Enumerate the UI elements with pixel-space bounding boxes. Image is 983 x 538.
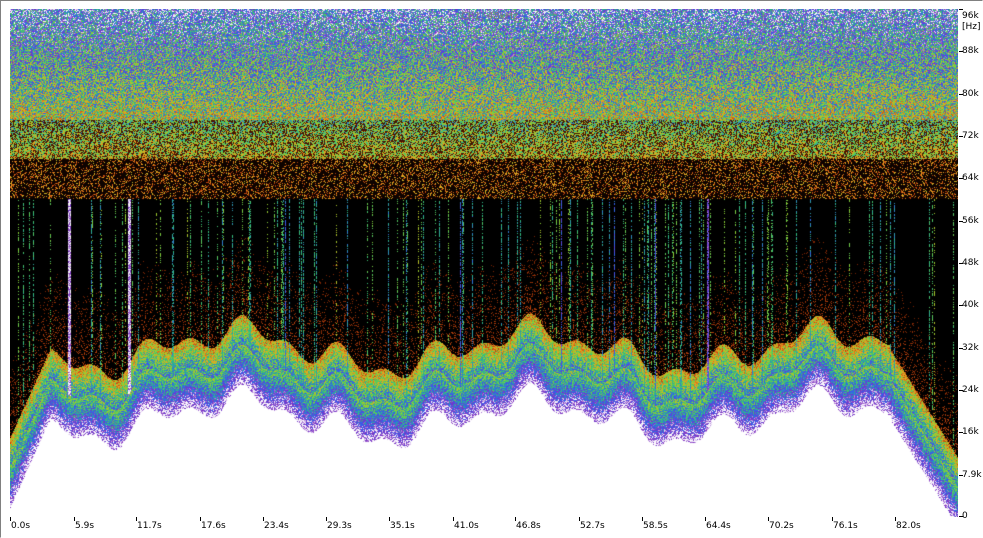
time-tick-label: 58.5s <box>643 521 668 531</box>
frequency-tick-label: 72k <box>962 131 979 141</box>
frequency-tick-label: 40k <box>962 300 979 310</box>
frequency-tick-label: 96k <box>962 11 979 21</box>
time-tick-label: 41.0s <box>454 521 479 531</box>
spectrogram-canvas[interactable] <box>10 9 958 517</box>
channel-label: Ch1, 48kHz <box>461 11 519 22</box>
time-tick-label: 29.3s <box>327 521 352 531</box>
frequency-axis: 96k 88k 80k 72k 64k 56k 48k 40k 32k 24k 16k 7.9k 0 [H… <box>959 9 983 521</box>
time-tick-label: 5.9s <box>75 521 95 531</box>
frequency-tick-label: 88k <box>962 46 979 56</box>
spectrogram-plot[interactable] <box>10 9 958 517</box>
frequency-tick-label: 56k <box>962 216 979 226</box>
time-tick-label: 52.7s <box>580 521 605 531</box>
time-tick-label: 23.4s <box>264 521 289 531</box>
time-tick-label: 11.7s <box>137 521 162 531</box>
time-tick-label: 82.0s <box>896 521 921 531</box>
frequency-tick-label: 80k <box>962 89 979 99</box>
frequency-unit-label: [Hz] <box>962 22 981 32</box>
frequency-tick-label: 24k <box>962 385 979 395</box>
frequency-tick-label: 7.9k <box>962 470 982 480</box>
time-tick-label: 64.4s <box>706 521 731 531</box>
time-tick-label: 17.6s <box>201 521 226 531</box>
time-tick-label: 46.8s <box>516 521 541 531</box>
frequency-tick-label: 48k <box>962 258 979 268</box>
time-axis: 0.0s 5.9s 11.7s 17.6s 23.4s 29.3s 35.1s 41.0s 46… <box>10 517 958 537</box>
frequency-tick-label: 32k <box>962 343 979 353</box>
frequency-tick-label: 0 <box>962 511 968 521</box>
time-tick-label: 35.1s <box>390 521 415 531</box>
frequency-tick-label: 16k <box>962 427 979 437</box>
time-tick-label: 0.0s <box>11 521 31 531</box>
spectrogram-window: Ch1, 48kHz 96k 88k 80k 72k 64k 56k 48k 40k 32k 24… <box>0 0 983 538</box>
frequency-tick-label: 64k <box>962 173 979 183</box>
frequency-tick <box>959 9 963 10</box>
time-tick-label: 70.2s <box>769 521 794 531</box>
time-tick-label: 76.1s <box>833 521 858 531</box>
